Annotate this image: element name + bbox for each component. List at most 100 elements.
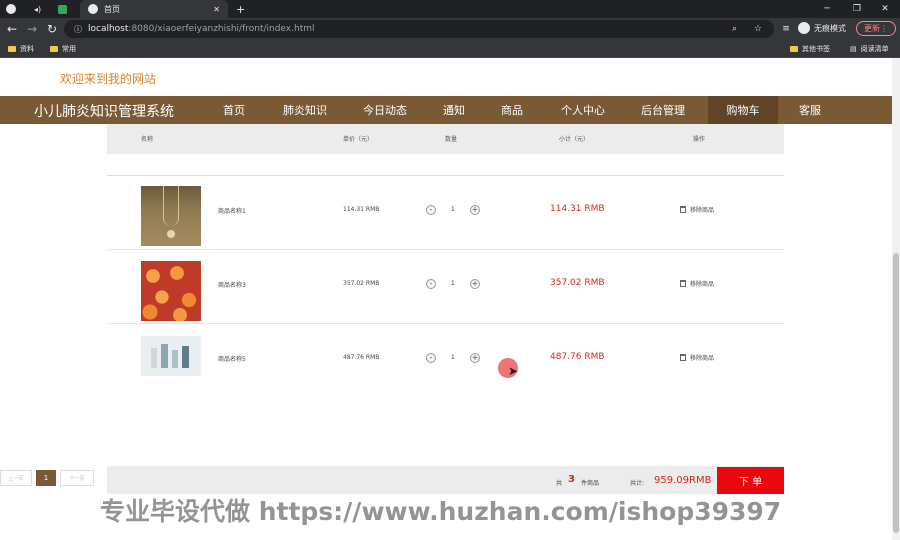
new-tab-button[interactable]: + (236, 0, 248, 18)
close-window-icon[interactable]: ✕ (870, 0, 900, 18)
browser-tab-strip: ◂) 首页 ✕ + ─ ❐ ✕ (0, 0, 900, 18)
page-viewport: 欢迎来到我的网站 小儿肺炎知识管理系统 首页 肺炎知识 今日动态 通知 商品 个… (0, 58, 892, 540)
folder-icon (790, 46, 798, 52)
bottle (172, 350, 178, 368)
product-image-bottles[interactable] (141, 336, 201, 376)
cart-summary: 共 3 件商品 共计: 959.09RMB (107, 466, 784, 494)
star-icon[interactable]: ☆ (754, 24, 762, 34)
incognito-indicator[interactable]: 无痕模式 (798, 22, 846, 34)
browser-tab-home[interactable]: 首页 ✕ (80, 0, 228, 18)
place-order-button[interactable]: 下 单 (717, 467, 784, 494)
nav-item-news[interactable]: 今日动态 (350, 96, 420, 124)
table-row: 商品名称5 487.76 RMB - 1 + 487.76 RMB 移除商品 (107, 324, 784, 398)
qty-value[interactable]: 1 (451, 206, 455, 213)
product-name: 商品名称1 (218, 208, 246, 215)
nav-item-service[interactable]: 客服 (784, 96, 836, 124)
nav-item-home[interactable]: 首页 (208, 96, 260, 124)
total-amount: 959.09RMB (654, 475, 712, 486)
bookmark-folder-changyong[interactable]: 常用 (50, 44, 76, 54)
url-input[interactable]: ⓘ localhost:8080/xiaoerfeiyanzhishi/fron… (64, 20, 774, 38)
minimize-icon[interactable]: ─ (812, 0, 842, 18)
mouse-cursor-icon: ➤ (508, 364, 519, 378)
pagination: 上一页 1 下一页 (0, 470, 94, 486)
subtotal: 114.31 RMB (550, 204, 605, 214)
subtotal: 357.02 RMB (550, 278, 605, 288)
folder-icon (50, 46, 58, 52)
bookmark-folder-other[interactable]: 其他书签 (790, 44, 830, 54)
remove-label: 移除商品 (690, 207, 715, 214)
header-quantity: 数量 (445, 136, 458, 143)
zoom-icon[interactable]: ⌕ (732, 24, 737, 34)
cart-table-header: 名称 单价（元） 数量 小计（元） 操作 (107, 124, 784, 154)
remove-item-button[interactable]: 移除商品 (680, 205, 714, 214)
address-bar-row: ← → ↻ ⓘ localhost:8080/xiaoerfeiyanzhish… (0, 18, 900, 40)
back-icon[interactable]: ← (4, 21, 20, 37)
summary-prefix: 共 (556, 480, 563, 487)
audio-icon[interactable]: ◂) (34, 0, 48, 18)
qty-value[interactable]: 1 (451, 354, 455, 361)
item-count: 3 (568, 474, 575, 485)
reading-list-icon[interactable]: ≡ (778, 21, 794, 37)
bookmarks-bar: 资料 常用 其他书签 ▤ 阅读清单 (0, 40, 900, 58)
update-label: 更新 (864, 24, 880, 33)
close-tab-icon[interactable]: ✕ (213, 5, 220, 14)
unit-price: 114.31 RMB (343, 206, 380, 213)
unit-price: 487.76 RMB (343, 354, 380, 361)
info-icon[interactable]: ⓘ (74, 24, 82, 35)
header-subtotal: 小计（元） (559, 136, 590, 143)
page-button-current[interactable]: 1 (36, 470, 56, 486)
qty-minus-button[interactable]: - (426, 279, 436, 289)
remove-label: 移除商品 (690, 355, 715, 362)
remove-item-button[interactable]: 移除商品 (680, 353, 714, 362)
nav-item-products[interactable]: 商品 (488, 96, 536, 124)
nav-item-notice[interactable]: 通知 (430, 96, 478, 124)
pendant (167, 230, 175, 238)
chrome-icon (6, 0, 24, 18)
main-nav: 小儿肺炎知识管理系统 首页 肺炎知识 今日动态 通知 商品 个人中心 后台管理 … (0, 96, 892, 124)
watermark-text: 专业毕设代做 https://www.huzhan.com/ishop39397 (100, 497, 782, 526)
trash-icon (680, 354, 686, 361)
reading-list-button[interactable]: ▤ 阅读清单 (850, 44, 889, 54)
page-scrollbar[interactable] (892, 58, 900, 540)
qty-plus-button[interactable]: + (470, 279, 480, 289)
unit-price: 357.02 RMB (343, 280, 380, 287)
bookmark-folder-ziliao[interactable]: 资料 (8, 44, 34, 54)
header-name: 名称 (141, 136, 154, 143)
qty-minus-button[interactable]: - (426, 205, 436, 215)
next-page-button[interactable]: 下一页 (60, 470, 94, 486)
trash-icon (680, 206, 686, 213)
folder-icon (8, 46, 16, 52)
qty-value[interactable]: 1 (451, 280, 455, 287)
qty-minus-button[interactable]: - (426, 353, 436, 363)
scrollbar-thumb[interactable] (893, 253, 899, 533)
necklace-chain (163, 186, 179, 226)
total-label: 共计: (630, 480, 645, 487)
reload-icon[interactable]: ↻ (44, 21, 60, 37)
update-button[interactable]: 更新 ⋮ (856, 21, 896, 36)
welcome-text: 欢迎来到我的网站 (60, 72, 157, 86)
table-row: 商品名称3 357.02 RMB - 1 + 357.02 RMB 移除商品 (107, 250, 784, 324)
app-tab-icon[interactable] (58, 0, 74, 18)
bookmark-label: 其他书签 (802, 45, 830, 53)
nav-item-profile[interactable]: 个人中心 (548, 96, 618, 124)
incognito-label: 无痕模式 (814, 23, 846, 33)
bookmark-label: 常用 (62, 45, 76, 53)
product-image-necklace[interactable] (141, 186, 201, 246)
nav-item-knowledge[interactable]: 肺炎知识 (270, 96, 340, 124)
prev-page-button[interactable]: 上一页 (0, 470, 32, 486)
product-image-flowers[interactable] (141, 261, 201, 321)
qty-plus-button[interactable]: + (470, 205, 480, 215)
forward-icon[interactable]: → (24, 21, 40, 37)
bottle (151, 348, 157, 368)
qty-plus-button[interactable]: + (470, 353, 480, 363)
subtotal: 487.76 RMB (550, 352, 605, 362)
product-name: 商品名称5 (218, 356, 246, 363)
header-action: 操作 (693, 136, 706, 143)
restore-icon[interactable]: ❐ (842, 0, 872, 18)
remove-item-button[interactable]: 移除商品 (680, 279, 714, 288)
summary-suffix: 件商品 (581, 480, 600, 487)
tab-title: 首页 (104, 4, 120, 14)
nav-item-admin[interactable]: 后台管理 (628, 96, 698, 124)
nav-item-cart[interactable]: 购物车 (708, 96, 778, 124)
bottle (161, 344, 168, 368)
